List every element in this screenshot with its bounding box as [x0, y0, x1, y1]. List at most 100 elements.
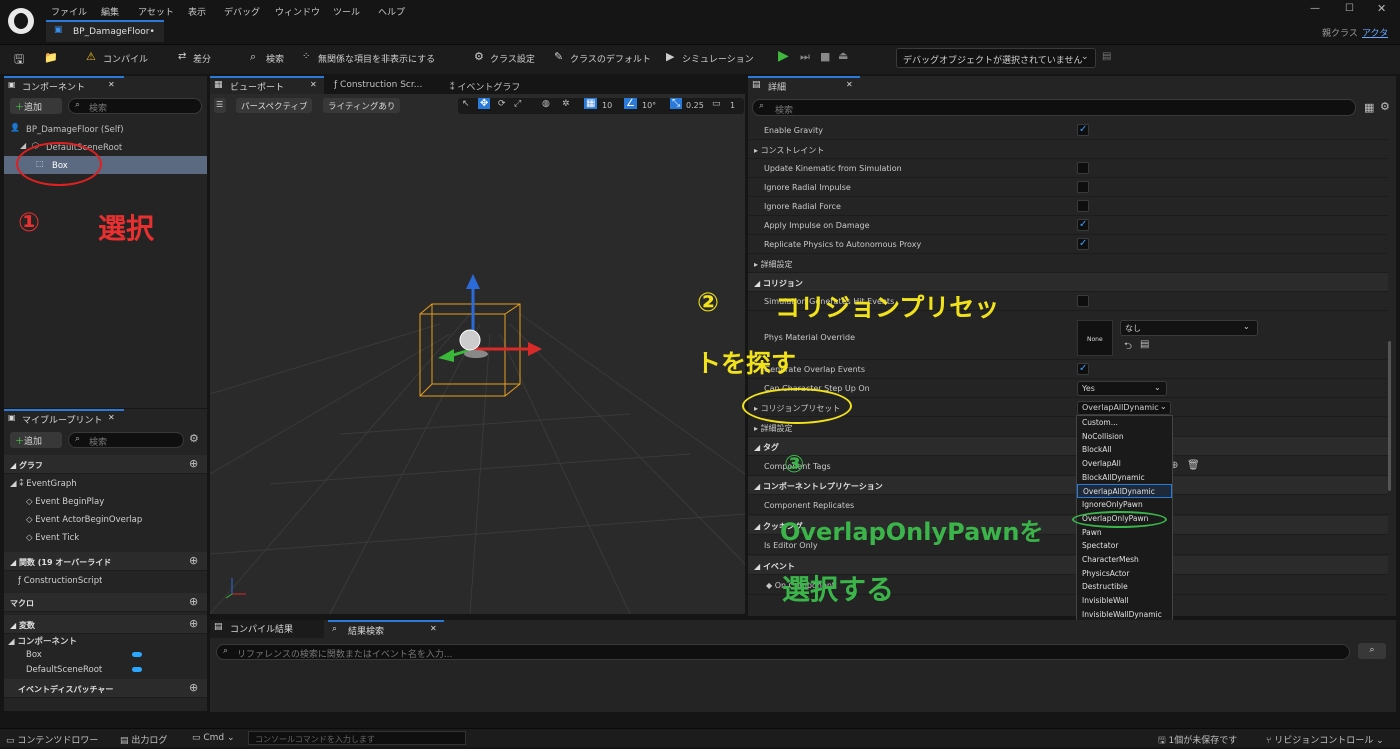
lighting-button[interactable]: ライティングあり	[323, 98, 401, 113]
tab-viewport[interactable]: ▦ ビューポート ✕	[210, 76, 324, 94]
comp-rep-section[interactable]: ◢ コンポーネントレプリケーション	[748, 476, 1388, 495]
collision-preset-option[interactable]: BlockAll	[1077, 443, 1172, 457]
event-item[interactable]: ◇ Event ActorBeginOverlap	[26, 515, 142, 525]
property-checkbox[interactable]	[1077, 124, 1089, 136]
property-checkbox[interactable]	[1077, 200, 1089, 212]
menu-item[interactable]: デバッグ	[224, 5, 260, 18]
gear-icon[interactable]: ⚙	[1380, 100, 1390, 113]
collision-preset-option[interactable]: IgnoreOnlyPawn	[1077, 498, 1172, 512]
close-tab-icon[interactable]: ✕	[108, 80, 115, 89]
menu-item[interactable]: 表示	[188, 5, 206, 18]
collision-presets-select[interactable]: OverlapAllDynamic ⌄	[1077, 401, 1171, 415]
scale-snap-icon[interactable]: ⤡	[670, 98, 682, 109]
dispatchers-section[interactable]: イベントディスパッチャー	[4, 679, 207, 698]
tab-compile-results[interactable]: ▤ コンパイル結果	[210, 620, 324, 638]
compile-button[interactable]: コンパイル	[103, 52, 148, 65]
cmd-select[interactable]: ▭ Cmd ⌄	[192, 733, 235, 743]
parent-class-link[interactable]: アクタ	[1362, 26, 1388, 39]
content-drawer-button[interactable]: ▭ コンテンツドロワー	[6, 733, 98, 746]
class-defaults-button[interactable]: クラスのデフォルト	[570, 52, 651, 65]
property-checkbox[interactable]	[1077, 219, 1089, 231]
components-var-category[interactable]: ◢ コンポーネント	[8, 635, 77, 647]
camera-speed-value[interactable]: 1	[730, 101, 735, 110]
scale-snap-value[interactable]: 0.25	[686, 101, 704, 110]
close-tab-icon[interactable]: ✕	[108, 413, 115, 422]
stop-icon[interactable]: ■	[820, 50, 830, 63]
surface-snap-icon[interactable]: ✲	[562, 99, 570, 109]
details-tab[interactable]: ▤ 詳細 ✕	[748, 76, 860, 94]
event-item[interactable]: ◇ Event BeginPlay	[26, 497, 104, 507]
property-matrix-icon[interactable]: ▦	[1364, 101, 1374, 114]
add-function-icon[interactable]: ⊕	[189, 554, 198, 567]
event-item[interactable]: ◇ Event Tick	[26, 533, 79, 543]
eject-icon[interactable]: ⏏	[838, 49, 848, 62]
construction-script-item[interactable]: ƒ ConstructionScript	[18, 576, 102, 586]
perspective-button[interactable]: パースペクティブ	[236, 98, 313, 113]
menu-item[interactable]: アセット	[138, 5, 174, 18]
phys-material-select[interactable]: なし ⌄	[1120, 320, 1258, 336]
graphs-section[interactable]: ◢ グラフ	[4, 455, 207, 474]
tab-construction-script[interactable]: ƒ Construction Scr...	[334, 80, 422, 90]
add-dispatcher-icon[interactable]: ⊕	[189, 681, 198, 694]
move-icon[interactable]: ✥	[478, 98, 491, 109]
collision-preset-option[interactable]: PhysicsActor	[1077, 567, 1172, 581]
collision-preset-option[interactable]: NoCollision	[1077, 430, 1172, 444]
details-subsection[interactable]: ▸ 詳細設定	[748, 254, 1388, 273]
scale-icon[interactable]: ⤢	[514, 99, 521, 109]
components-search-input[interactable]: ⌕ 検索	[68, 98, 202, 114]
asset-tab[interactable]: ▣ BP_DamageFloor•	[46, 20, 164, 42]
trash-icon[interactable]: 🗑	[1187, 460, 1200, 471]
my-blueprint-tab[interactable]: ▣ マイブループリント ✕	[4, 409, 124, 427]
diff-button[interactable]: 差分	[193, 52, 211, 65]
rotation-snap-value[interactable]: 10°	[642, 101, 656, 110]
functions-section[interactable]: ◢ 関数 (19 オーバーライド	[4, 552, 207, 571]
close-window-icon[interactable]: ✕	[1377, 2, 1386, 15]
menu-item[interactable]: ツール	[333, 5, 360, 18]
viewport-canvas[interactable]: ☰ パースペクティブ ライティングあり ↖ ✥ ⟳ ⤢ ◍ ✲ ▦ 10 ∠ 1…	[210, 94, 745, 614]
step-up-select[interactable]: Yes ⌄	[1077, 381, 1167, 396]
event-graph-item[interactable]: ◢ ⁑ EventGraph	[10, 479, 77, 489]
gear-icon[interactable]: ⚙	[189, 432, 199, 445]
property-checkbox[interactable]	[1077, 181, 1089, 193]
play-icon[interactable]: ▶	[778, 48, 789, 64]
maximize-icon[interactable]: ☐	[1345, 3, 1354, 14]
variables-section[interactable]: ◢ 変数	[4, 615, 207, 634]
add-member-button[interactable]: ＋追加	[10, 432, 62, 448]
revision-control-button[interactable]: ⑂ リビジョンコントロール ⌄	[1266, 733, 1384, 746]
collision-preset-option[interactable]: Custom...	[1077, 416, 1172, 430]
find-button[interactable]: 検索	[266, 52, 284, 65]
class-settings-button[interactable]: クラス設定	[490, 52, 535, 65]
tab-find-results[interactable]: ⌕ 結果検索 ✕	[328, 620, 444, 638]
world-icon[interactable]: ◍	[542, 99, 550, 109]
details-search-input[interactable]: ⌕ 検索	[752, 99, 1356, 116]
collision-preset-option[interactable]: BlockAllDynamic	[1077, 471, 1172, 485]
find-results-search-input[interactable]: ⌕ リファレンスの検索に関数またはイベント名を入力...	[216, 644, 1350, 660]
browse-asset-icon[interactable]: ▤	[1140, 339, 1149, 350]
menu-item[interactable]: ヘルプ	[378, 5, 405, 18]
collision-preset-option[interactable]: Destructible	[1077, 580, 1172, 594]
tab-event-graph[interactable]: ⁑ イベントグラフ	[450, 80, 520, 93]
phys-material-thumbnail[interactable]: None	[1077, 320, 1113, 356]
blueprint-search-input[interactable]: ⌕ 検索	[68, 432, 184, 448]
generate-overlap-checkbox[interactable]	[1077, 363, 1089, 375]
select-icon[interactable]: ↖	[462, 99, 470, 109]
macros-section[interactable]: マクロ	[4, 593, 207, 612]
menu-item[interactable]: 編集	[101, 5, 119, 18]
collision-preset-option[interactable]: OverlapAll	[1077, 457, 1172, 471]
variable-item[interactable]: Box	[26, 650, 42, 660]
add-macro-icon[interactable]: ⊕	[189, 595, 198, 608]
menu-item[interactable]: ウィンドウ	[275, 5, 320, 18]
details-scrollbar[interactable]	[1388, 341, 1391, 491]
component-item-self[interactable]: 👤 BP_DamageFloor (Self)	[4, 120, 207, 138]
collision-preset-option[interactable]: Spectator	[1077, 539, 1172, 553]
property-checkbox[interactable]	[1077, 295, 1089, 307]
unreal-logo-icon[interactable]	[8, 8, 34, 34]
console-input[interactable]: コンソールコマンドを入力します	[248, 731, 466, 745]
close-tab-icon[interactable]: ✕	[310, 80, 317, 89]
debug-folder-icon[interactable]: ▤	[1102, 51, 1111, 62]
advanced-row[interactable]: ▸ 詳細設定	[748, 418, 1388, 437]
collision-preset-option[interactable]: OverlapAllDynamic	[1077, 484, 1172, 499]
close-tab-icon[interactable]: ✕	[430, 624, 437, 633]
details-subsection[interactable]: ▸ コンストレイント	[748, 140, 1388, 159]
hamburger-icon[interactable]: ☰	[214, 98, 226, 113]
